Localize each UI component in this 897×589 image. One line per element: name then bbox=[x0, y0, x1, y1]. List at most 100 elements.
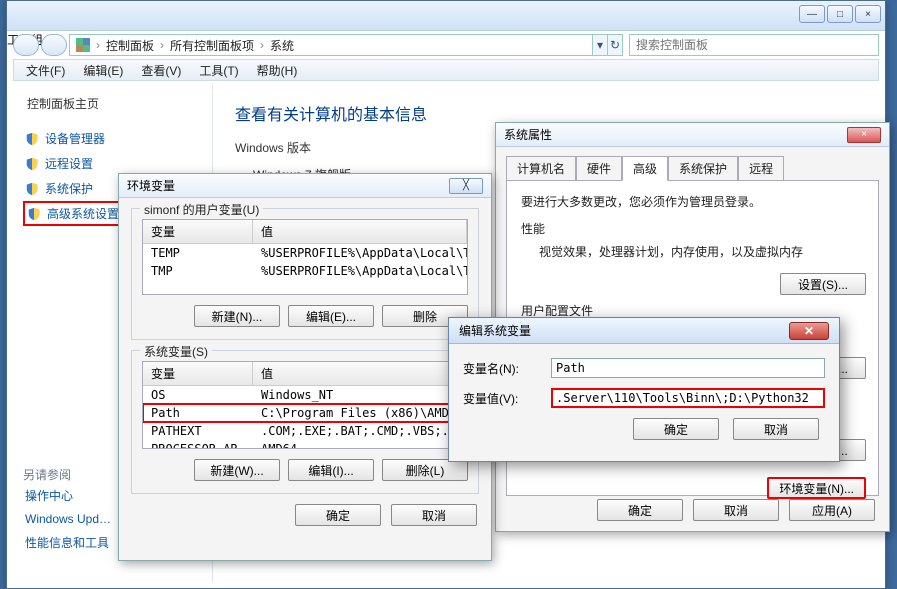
variable-name-label: 变量名(N): bbox=[463, 360, 551, 377]
menu-edit[interactable]: 编辑(E) bbox=[75, 60, 131, 81]
system-variables-legend: 系统变量(S) bbox=[140, 343, 212, 360]
breadcrumb-seg-3[interactable]: 系统 bbox=[270, 37, 294, 54]
cell-var: PROCESSOR_AR… bbox=[143, 441, 253, 449]
dialog-title: 环境变量 bbox=[127, 177, 175, 194]
col-value: 值 bbox=[253, 362, 467, 385]
tab-hardware[interactable]: 硬件 bbox=[576, 156, 622, 181]
dialog-titlebar: 系统属性 × bbox=[496, 123, 889, 147]
sidebar-link-label: 操作中心 bbox=[25, 487, 73, 504]
menu-help[interactable]: 帮助(H) bbox=[249, 60, 306, 81]
nav-forward-button[interactable] bbox=[41, 34, 67, 56]
breadcrumb-sep: › bbox=[160, 38, 164, 52]
tab-system-protection[interactable]: 系统保护 bbox=[668, 156, 738, 181]
system-variables-table[interactable]: 变量 值 OSWindows_NT PathC:\Program Files (… bbox=[142, 361, 468, 449]
cell-var: Path bbox=[143, 405, 253, 421]
breadcrumb[interactable]: › 控制面板 › 所有控制面板项 › 系统 bbox=[69, 34, 593, 56]
environment-variables-button[interactable]: 环境变量(N)... bbox=[767, 477, 866, 499]
search-input[interactable] bbox=[629, 34, 879, 56]
sidebar-item-label: 设备管理器 bbox=[45, 130, 105, 147]
cell-val: .COM;.EXE;.BAT;.CMD;.VBS;.VBE;... bbox=[253, 423, 467, 439]
cancel-button[interactable]: 取消 bbox=[733, 418, 819, 440]
menu-tools[interactable]: 工具(T) bbox=[191, 60, 246, 81]
variable-value-input[interactable] bbox=[551, 388, 825, 408]
dialog-titlebar: 环境变量 ╳ bbox=[119, 174, 491, 198]
maximize-button[interactable]: □ bbox=[827, 5, 853, 23]
settings-s-button[interactable]: 设置(S)... bbox=[780, 273, 866, 295]
table-row-path[interactable]: PathC:\Program Files (x86)\AMD APP\... bbox=[143, 404, 467, 422]
control-panel-icon bbox=[76, 38, 90, 52]
sidebar-item-label: 高级系统设置 bbox=[47, 205, 119, 222]
ok-button[interactable]: 确定 bbox=[295, 504, 381, 526]
performance-label: 性能 bbox=[521, 220, 864, 237]
close-button[interactable]: ✕ bbox=[789, 322, 829, 340]
dialog-titlebar: 编辑系统变量 ✕ bbox=[449, 318, 839, 344]
table-row[interactable]: PROCESSOR_AR…AMD64 bbox=[143, 440, 467, 449]
cell-var: TEMP bbox=[143, 245, 253, 261]
shield-icon bbox=[25, 157, 39, 171]
breadcrumb-seg-1[interactable]: 控制面板 bbox=[106, 37, 154, 54]
titlebar: — □ × bbox=[7, 1, 885, 31]
table-header: 变量 值 bbox=[143, 362, 467, 386]
breadcrumb-seg-2[interactable]: 所有控制面板项 bbox=[170, 37, 254, 54]
sidebar-link-label: 性能信息和工具 bbox=[25, 534, 109, 551]
cell-val: %USERPROFILE%\AppData\Local\Temp bbox=[253, 263, 467, 279]
sidebar-home[interactable]: 控制面板主页 bbox=[27, 95, 202, 112]
table-row[interactable]: TMP%USERPROFILE%\AppData\Local\Temp bbox=[143, 262, 467, 280]
shield-icon bbox=[25, 132, 39, 146]
col-variable: 变量 bbox=[143, 220, 253, 243]
sidebar-item-device-manager[interactable]: 设备管理器 bbox=[23, 126, 202, 151]
cell-val: C:\Program Files (x86)\AMD APP\... bbox=[253, 405, 467, 421]
minimize-button[interactable]: — bbox=[799, 5, 825, 23]
dialog-title: 系统属性 bbox=[504, 126, 552, 143]
address-bar: › 控制面板 › 所有控制面板项 › 系统 ▾ ↻ bbox=[13, 33, 879, 57]
close-button[interactable]: × bbox=[855, 5, 881, 23]
performance-desc: 视觉效果，处理器计划，内存使用，以及虚拟内存 bbox=[539, 243, 864, 260]
table-header: 变量 值 bbox=[143, 220, 467, 244]
table-row[interactable]: PATHEXT.COM;.EXE;.BAT;.CMD;.VBS;.VBE;... bbox=[143, 422, 467, 440]
nav-back-button[interactable] bbox=[13, 34, 39, 56]
col-variable: 变量 bbox=[143, 362, 253, 385]
new-user-var-button[interactable]: 新建(N)... bbox=[194, 305, 280, 327]
user-variables-table[interactable]: 变量 值 TEMP%USERPROFILE%\AppData\Local\Tem… bbox=[142, 219, 468, 295]
edit-system-variable-dialog: 编辑系统变量 ✕ 变量名(N): 变量值(V): 确定 取消 bbox=[448, 317, 840, 462]
table-row[interactable]: TEMP%USERPROFILE%\AppData\Local\Temp bbox=[143, 244, 467, 262]
delete-sys-var-button[interactable]: 删除(L) bbox=[382, 459, 468, 481]
admin-note: 要进行大多数更改，您必须作为管理员登录。 bbox=[521, 193, 864, 210]
shield-icon bbox=[25, 182, 39, 196]
cell-val: Windows_NT bbox=[253, 387, 467, 403]
tab-remote[interactable]: 远程 bbox=[738, 156, 784, 181]
breadcrumb-refresh[interactable]: ↻ bbox=[607, 34, 623, 56]
apply-button[interactable]: 应用(A) bbox=[789, 499, 875, 521]
sidebar-link-label: Windows Upd… bbox=[25, 512, 111, 526]
menu-view[interactable]: 查看(V) bbox=[133, 60, 189, 81]
breadcrumb-sep: › bbox=[260, 38, 264, 52]
edit-sys-var-button[interactable]: 编辑(I)... bbox=[288, 459, 374, 481]
table-row[interactable]: OSWindows_NT bbox=[143, 386, 467, 404]
cell-var: TMP bbox=[143, 263, 253, 279]
user-variables-legend: simonf 的用户变量(U) bbox=[140, 201, 263, 218]
sidebar-item-label: 远程设置 bbox=[45, 155, 93, 172]
cancel-button[interactable]: 取消 bbox=[693, 499, 779, 521]
environment-variables-dialog: 环境变量 ╳ simonf 的用户变量(U) 变量 值 TEMP%USERPRO… bbox=[118, 173, 492, 561]
edit-user-var-button[interactable]: 编辑(E)... bbox=[288, 305, 374, 327]
menu-file[interactable]: 文件(F) bbox=[18, 60, 73, 81]
col-value: 值 bbox=[253, 220, 467, 243]
new-sys-var-button[interactable]: 新建(W)... bbox=[194, 459, 280, 481]
menubar: 文件(F) 编辑(E) 查看(V) 工具(T) 帮助(H) bbox=[13, 59, 879, 81]
ok-button[interactable]: 确定 bbox=[597, 499, 683, 521]
variable-name-input[interactable] bbox=[551, 358, 825, 378]
shield-icon bbox=[27, 207, 41, 221]
breadcrumb-dropdown[interactable]: ▾ bbox=[592, 34, 608, 56]
close-button[interactable]: ╳ bbox=[449, 178, 483, 194]
dialog-title: 编辑系统变量 bbox=[459, 322, 531, 339]
tab-advanced[interactable]: 高级 bbox=[622, 156, 668, 181]
sidebar-item-label: 系统保护 bbox=[45, 180, 93, 197]
close-button[interactable]: × bbox=[847, 127, 881, 143]
tabs: 计算机名 硬件 高级 系统保护 远程 bbox=[506, 155, 879, 180]
cell-val: %USERPROFILE%\AppData\Local\Temp bbox=[253, 245, 467, 261]
cell-val: AMD64 bbox=[253, 441, 467, 449]
tab-computer-name[interactable]: 计算机名 bbox=[506, 156, 576, 181]
cancel-button[interactable]: 取消 bbox=[391, 504, 477, 526]
ok-button[interactable]: 确定 bbox=[633, 418, 719, 440]
cell-var: PATHEXT bbox=[143, 423, 253, 439]
